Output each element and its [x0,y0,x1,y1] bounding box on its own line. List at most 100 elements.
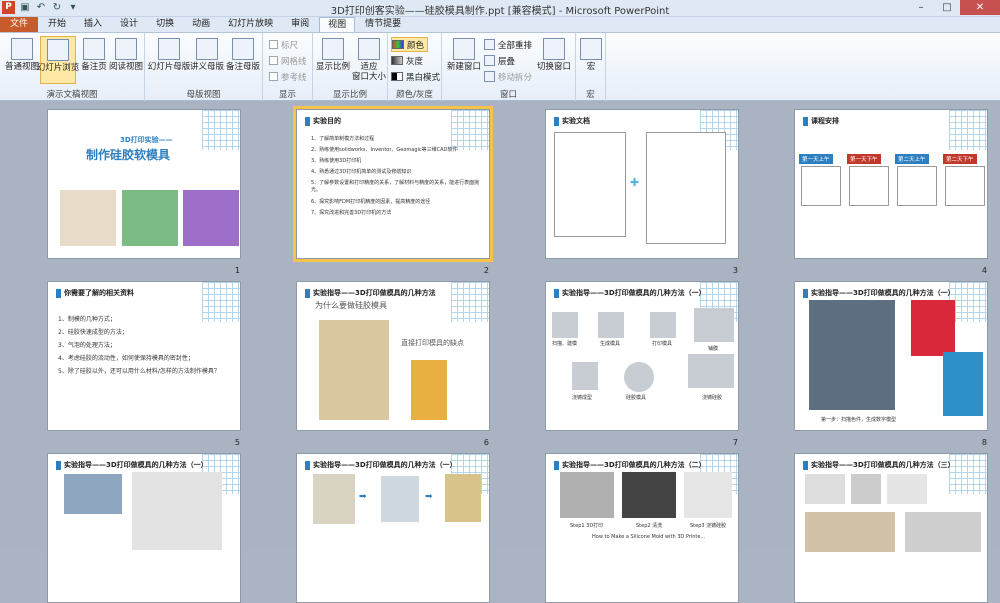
tab-view[interactable]: 视图 [319,17,356,32]
group-label: 母版视图 [186,90,221,100]
fit-to-window-button[interactable]: 适应 窗口大小 [351,36,387,96]
close-button[interactable]: ✕ [960,0,1000,15]
macros-icon [580,38,602,60]
slide-thumbnail-11[interactable]: 实验指导——3D打印做模具的几种方法（二） Step1 3D打印 Step2 清… [545,453,739,603]
arrange-all-button[interactable]: 全部重排 [484,37,532,52]
header-bar-icon [803,460,808,470]
slide-thumbnail-8[interactable]: 实验指导——3D打印做模具的几种方法（一） 第一步：扫描色件，生成数字模型 [794,281,988,431]
bullet-item: 5、除了硅胶以外，还可以用什么材料/怎样的方法制作模具？ [58,368,220,375]
grayscale-swatch-icon [391,56,403,65]
slide-title-line2: 制作硅胶软模具 [86,148,171,162]
slide-footer-text: How to Make a Silicone Mold with 3D Prin… [592,534,706,540]
step-image [694,308,734,342]
schedule-day-label: 第二天下午 [943,154,977,164]
bullet-item: 2、熟练使用solidworks、Inventor、Geomagic等三维CAD… [311,147,458,153]
slide-number: 6 [483,438,489,447]
schedule-day-label: 第一天上午 [799,154,833,164]
maximize-button[interactable]: □ [934,0,960,15]
document-page-left [554,132,626,237]
slide-sorter-button[interactable]: 幻灯片浏览 [37,36,79,84]
handout-master-button[interactable]: 讲义母版 [189,36,225,84]
step-photo [851,474,881,504]
color-option[interactable]: 颜色 [391,37,429,52]
decorative-grid [202,282,240,322]
bullet-item: 4、熟悉通过3D打印机简单的测试及修缮知识 [311,169,412,175]
tab-home[interactable]: 开始 [40,17,74,32]
header-bar-icon [305,460,310,470]
tab-transitions[interactable]: 切换 [148,17,182,32]
group-zoom: 显示比例 适应 窗口大小 显示比例 [313,33,388,101]
slide-thumbnail-9[interactable]: 实验指导——3D打印做模具的几种方法（一） [47,453,241,603]
move-split-button[interactable]: 移动拆分 [484,69,532,84]
header-bar-icon [305,116,310,126]
tab-file[interactable]: 文件 [0,17,39,32]
slide-thumbnail-4[interactable]: 课程安排 第一天上午 第一天下午 第二天上午 第二天下午 [794,109,988,259]
slide-sorter-pane[interactable]: 3D打印实验—— 制作硅胶软模具 1 实验目的 1、了解简单制模方法和过程 2、… [0,101,1000,603]
slide-number: 4 [981,266,987,275]
switch-windows-icon [543,38,565,60]
decorative-grid [202,110,240,150]
reading-view-button[interactable]: 阅读视图 [108,36,144,84]
step-image [598,312,624,338]
step-photo [805,512,895,552]
slide-master-button[interactable]: 幻灯片母版 [148,36,190,84]
minimize-button[interactable]: – [908,0,934,15]
tab-review[interactable]: 审阅 [283,17,317,32]
slide-thumbnail-6[interactable]: 实验指导——3D打印做模具的几种方法 为什么要做硅胶模具 直接打印模具的缺点 [296,281,490,431]
slide-thumbnail-3[interactable]: 实验文档 ✚ [545,109,739,259]
slide-thumbnail-10[interactable]: 实验指导——3D打印做模具的几种方法（一） ➡ ➡ [296,453,490,603]
macros-button[interactable]: 宏 [573,36,609,84]
schedule-box [945,166,985,206]
switch-windows-button[interactable]: 切换窗口 [536,36,572,84]
magnifier-icon [322,38,344,60]
decorative-grid [949,110,987,150]
silicone-figure-photo [122,190,178,246]
tab-animations[interactable]: 动画 [184,17,218,32]
group-label: 窗口 [499,90,517,100]
normal-view-button[interactable]: 普通视图 [4,36,40,84]
new-window-icon [453,38,475,60]
tab-slideshow[interactable]: 幻灯片放映 [220,17,281,32]
guides-checkbox[interactable]: 参考线 [269,69,307,84]
slide-sorter-icon [47,39,69,61]
question-text: 为什么要做硅胶模具 [315,301,387,310]
bullet-item: 6、探究影响FDM打印机精度的因素，提高精度的途径 [311,199,431,205]
tab-insert[interactable]: 插入 [76,17,110,32]
step-photo [381,476,419,522]
bullet-item: 7、探究改进和完善3D打印机的方法 [311,210,392,216]
fit-window-icon [358,38,380,60]
tab-design[interactable]: 设计 [112,17,146,32]
slide-thumbnail-5[interactable]: 你需要了解的相关资料 1、制模的几种方式； 2、硅胶快速成型的方法； 3、气泡的… [47,281,241,431]
new-window-button[interactable]: 新建窗口 [446,36,482,84]
black-white-option[interactable]: 黑白模式 [391,69,440,84]
answer-text: 直接打印模具的缺点 [401,339,464,347]
grayscale-option[interactable]: 灰度 [391,53,423,68]
header-bar-icon [803,116,808,126]
step-image [650,312,676,338]
slide-header: 实验指导——3D打印做模具的几种方法（一） [56,460,208,470]
slide-header: 你需要了解的相关资料 [56,288,134,298]
checkbox-icon [269,40,278,49]
ruler-checkbox[interactable]: 标尺 [269,37,298,52]
group-label: 显示 [278,90,296,100]
slide-thumbnail-7[interactable]: 实验指导——3D打印做模具的几种方法（一） 扫描、建模 生成模具 打印模具 铺膜… [545,281,739,431]
slide-thumbnail-2[interactable]: 实验目的 1、了解简单制模方法和过程 2、熟练使用solidworks、Inve… [293,106,493,262]
arrange-all-icon [484,39,495,50]
handout-master-icon [196,38,218,60]
group-label: 宏 [586,90,595,100]
window-title: 3D打印创客实验——硅胶模具制作.ppt [兼容模式] - Microsoft … [330,6,670,17]
bullet-item: 4、考虑硅胶的流动性，如何使保持模具的密封性； [58,355,194,362]
slide-header: 实验指导——3D打印做模具的几种方法（二） [554,460,706,470]
gridlines-checkbox[interactable]: 网格线 [269,53,307,68]
slide-thumbnail-12[interactable]: 实验指导——3D打印做模具的几种方法（三） [794,453,988,603]
notes-master-icon [232,38,254,60]
step-photo [887,474,927,504]
header-bar-icon [554,288,559,298]
notes-page-button[interactable]: 备注页 [76,36,112,84]
step-photo [622,472,676,518]
tab-storyboard[interactable]: 情节提要 [357,17,409,32]
decorative-grid [949,454,987,494]
slide-thumbnail-1[interactable]: 3D打印实验—— 制作硅胶软模具 [47,109,241,259]
cascade-button[interactable]: 层叠 [484,53,515,68]
notes-master-button[interactable]: 备注母版 [225,36,261,84]
